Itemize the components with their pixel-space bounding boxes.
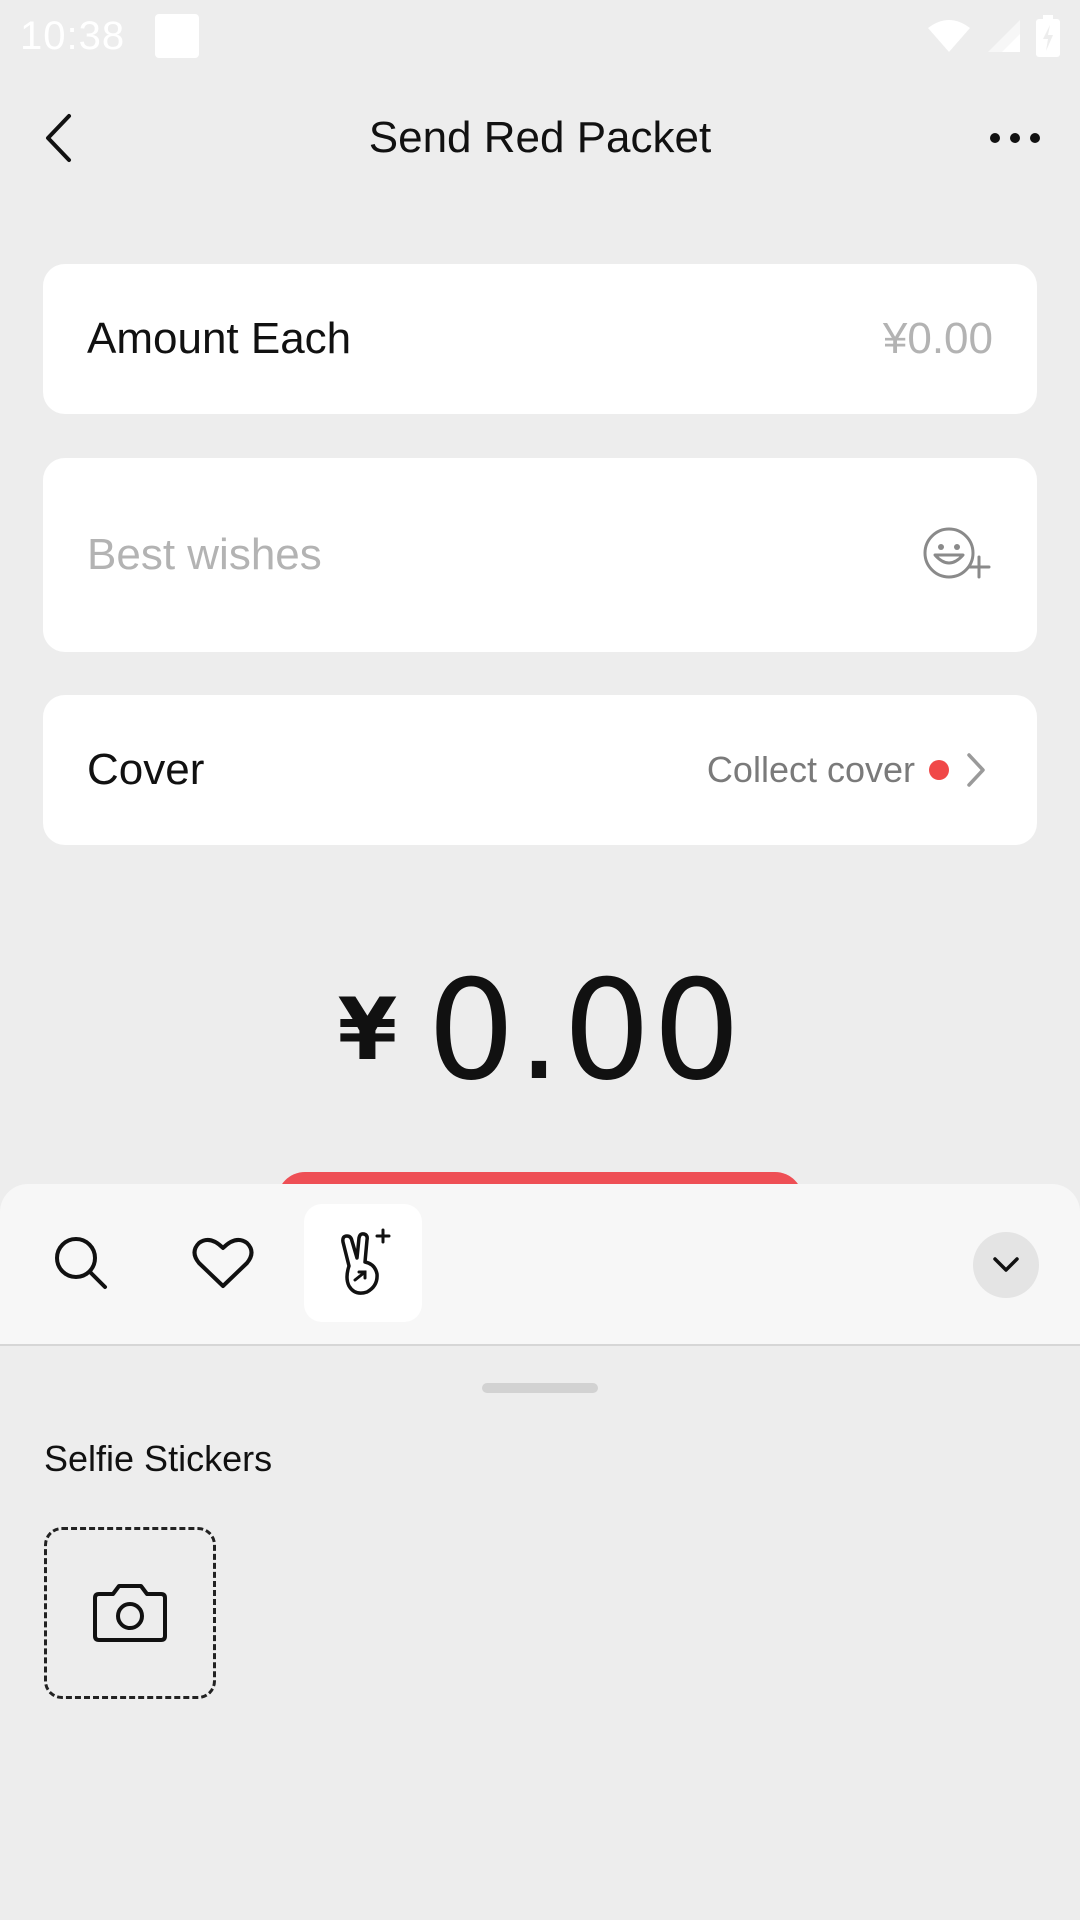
selfie-sticker-icon: [341, 1228, 391, 1295]
total-amount: ¥ 0.00: [0, 950, 1080, 1111]
total-value: 0.00: [427, 949, 743, 1111]
wishes-placeholder: Best wishes: [87, 530, 322, 579]
collect-cover-text: Collect cover: [706, 749, 915, 790]
camera-icon: [93, 1584, 167, 1642]
amount-label: Amount Each: [87, 314, 352, 363]
cover-label: Cover: [87, 745, 205, 794]
notification-icon: [155, 14, 200, 58]
take-selfie-sticker-button[interactable]: [44, 1527, 216, 1699]
header: Send Red Packet: [0, 90, 1080, 186]
new-badge-dot: [929, 760, 949, 780]
collapse-panel-button[interactable]: [973, 1232, 1039, 1298]
chevron-down-icon: [993, 1257, 1019, 1272]
wifi-icon: [928, 20, 970, 52]
status-icons: [926, 15, 1060, 57]
signal-icon: [988, 20, 1020, 52]
collect-cover-link[interactable]: Collect cover: [707, 749, 993, 791]
total-currency: ¥: [337, 980, 398, 1080]
sticker-panel: Selfie Stickers: [0, 1184, 1080, 1920]
tab-selfie-stickers[interactable]: [304, 1204, 422, 1322]
status-time: 10:38: [20, 13, 126, 58]
heart-icon: [192, 1237, 254, 1288]
chevron-right-icon: [965, 750, 993, 790]
back-button[interactable]: [30, 110, 86, 166]
sticker-tabbar: [0, 1184, 1080, 1346]
search-icon: [55, 1237, 107, 1289]
more-dots-icon: [990, 133, 1040, 143]
drag-handle[interactable]: [482, 1383, 598, 1393]
more-button[interactable]: [980, 110, 1050, 166]
chevron-left-icon: [46, 114, 71, 162]
amount-field[interactable]: Amount Each ¥0.00: [43, 264, 1037, 414]
cover-row[interactable]: Cover Collect cover: [43, 695, 1037, 845]
tab-favorites[interactable]: [164, 1204, 282, 1322]
tab-search[interactable]: [22, 1204, 140, 1322]
wishes-field[interactable]: Best wishes: [43, 458, 1037, 652]
status-bar: 10:38: [0, 0, 1080, 72]
page-title: Send Red Packet: [368, 113, 712, 162]
section-title: Selfie Stickers: [44, 1438, 273, 1479]
amount-value: ¥0.00: [882, 314, 993, 363]
battery-icon: [1036, 15, 1060, 57]
emoji-add-icon: [923, 527, 991, 579]
emoji-button[interactable]: [921, 519, 993, 591]
